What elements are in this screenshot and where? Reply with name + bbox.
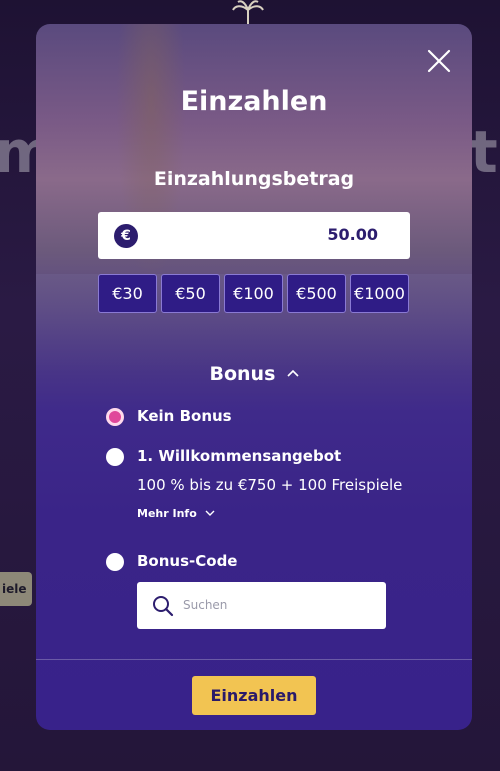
radio-bonus-code[interactable] — [106, 553, 124, 571]
option-label: 1. Willkommensangebot — [137, 447, 342, 465]
option-label: Bonus-Code — [137, 552, 238, 570]
radio-no-bonus[interactable] — [106, 408, 124, 426]
amount-input[interactable]: € 50.00 — [98, 212, 410, 259]
preset-button-500[interactable]: €500 — [287, 274, 346, 313]
deposit-submit-button[interactable]: Einzahlen — [192, 676, 316, 715]
search-icon — [152, 595, 174, 617]
amount-value[interactable]: 50.00 — [327, 225, 378, 244]
palm-logo-icon — [231, 0, 265, 26]
preset-button-50[interactable]: €50 — [161, 274, 220, 313]
preset-button-30[interactable]: €30 — [98, 274, 157, 313]
background-heading-right: t — [470, 118, 498, 186]
radio-welcome-offer[interactable] — [106, 448, 124, 466]
more-info-link[interactable]: Mehr Info — [137, 507, 215, 520]
more-info-label: Mehr Info — [137, 507, 197, 520]
footer-divider — [36, 659, 472, 660]
background-chip[interactable]: iele — [0, 572, 32, 606]
bonus-code-search[interactable] — [137, 582, 386, 629]
amount-label: Einzahlungsbetrag — [153, 168, 355, 190]
offer-description: 100 % bis zu €750 + 100 Freispiele — [137, 476, 403, 494]
deposit-modal: Einzahlen Einzahlungsbetrag € 50.00 €30 … — [36, 24, 472, 730]
bonus-toggle[interactable]: Bonus — [36, 362, 472, 385]
preset-button-100[interactable]: €100 — [224, 274, 283, 313]
bonus-heading: Bonus — [209, 363, 276, 385]
modal-title: Einzahlen — [180, 86, 328, 117]
preset-button-1000[interactable]: €1000 — [350, 274, 409, 313]
chevron-up-icon — [286, 362, 299, 381]
euro-icon: € — [114, 224, 138, 248]
chevron-down-icon — [205, 507, 215, 520]
close-icon[interactable] — [426, 48, 452, 74]
search-input[interactable] — [183, 592, 373, 618]
option-label: Kein Bonus — [137, 407, 232, 425]
